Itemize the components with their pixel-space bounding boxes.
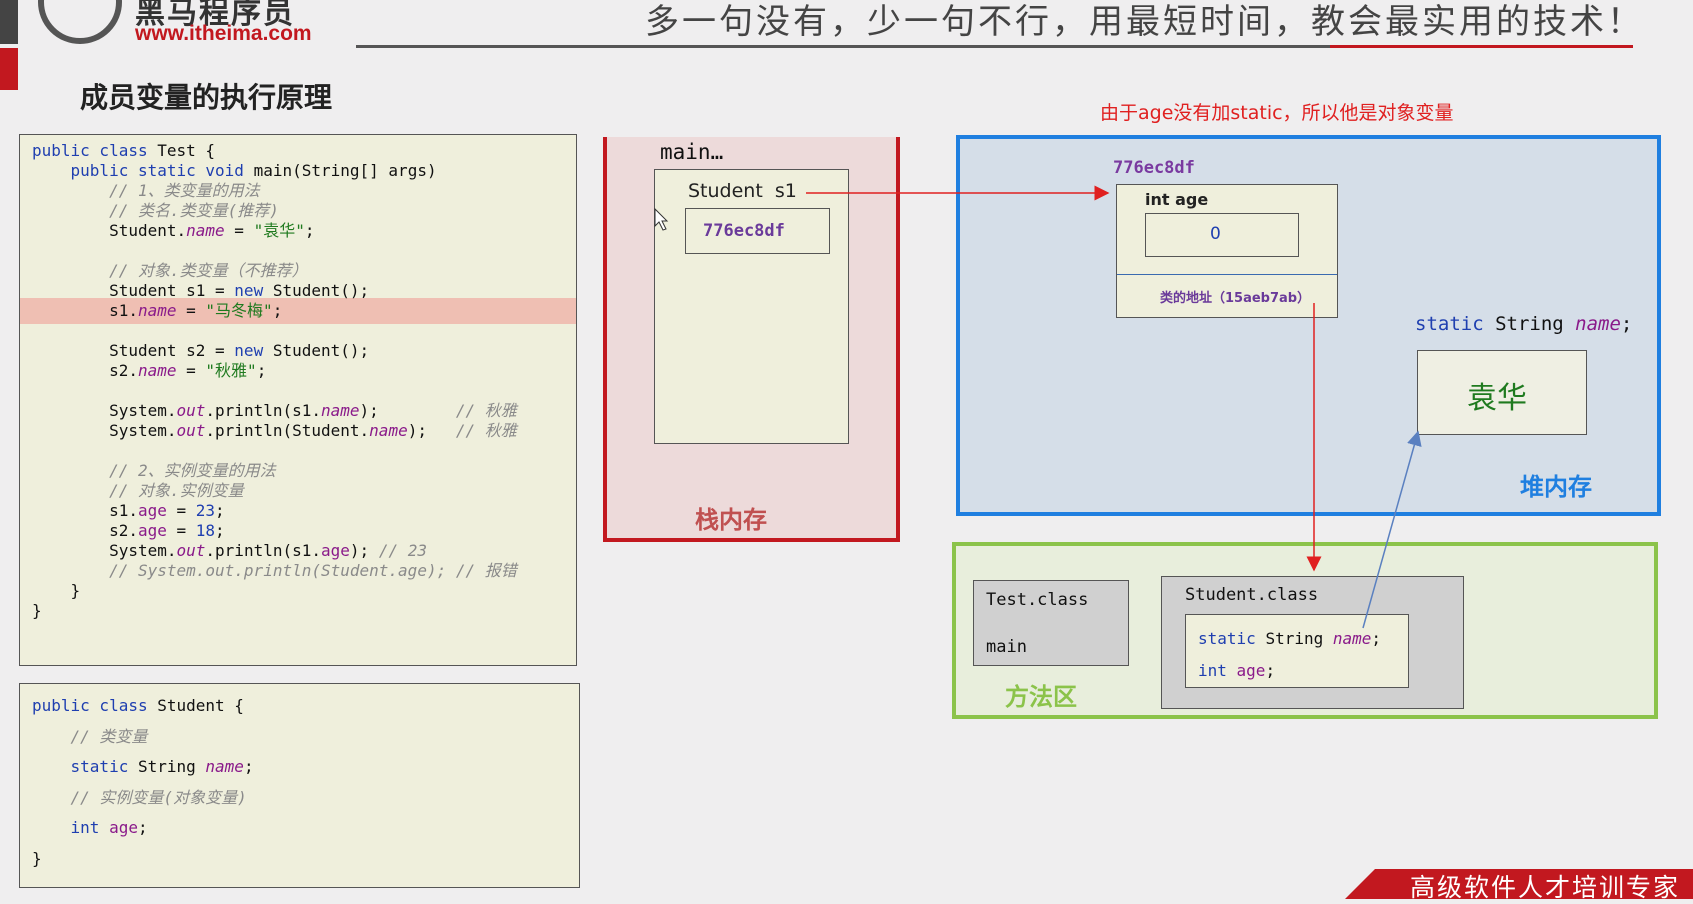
cursor-icon (654, 207, 669, 231)
arrow-class-to-static (1362, 430, 1422, 629)
arrows-layer (654, 185, 1422, 629)
